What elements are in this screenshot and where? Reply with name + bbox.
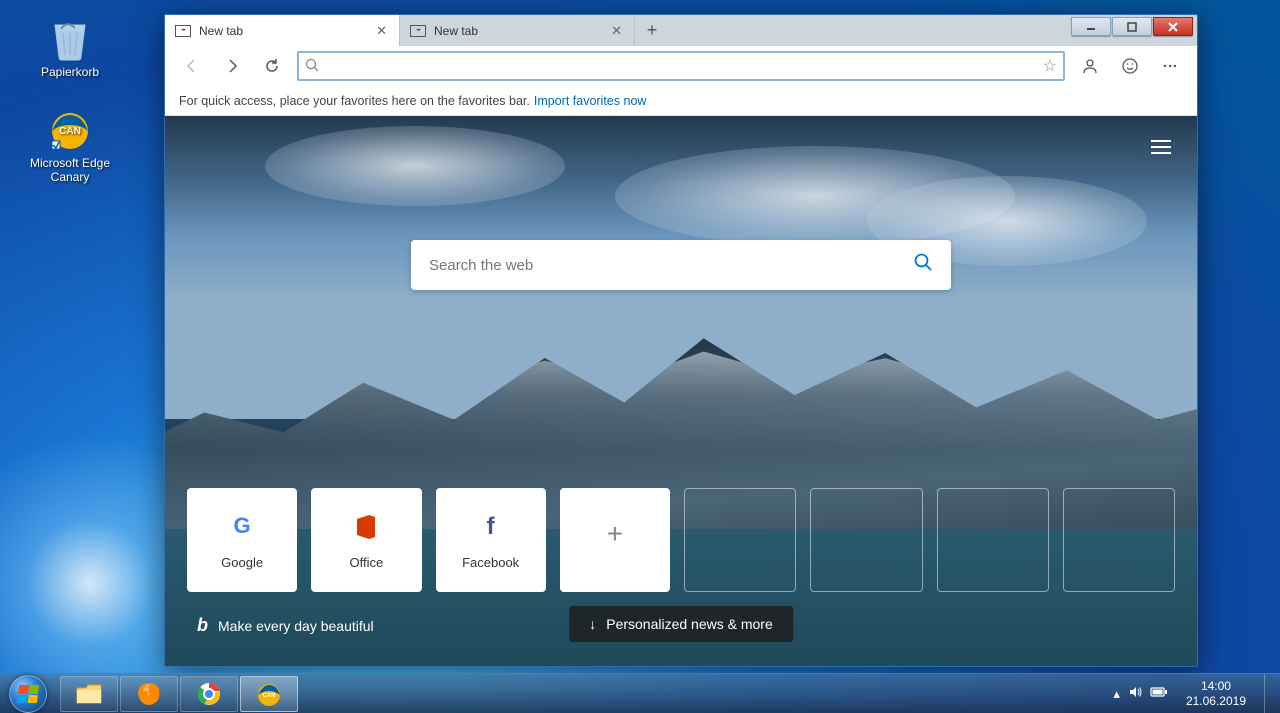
taskbar-item-chrome[interactable] — [180, 676, 238, 712]
tile-facebook[interactable]: f Facebook — [436, 488, 546, 592]
taskbar: CAN ▴ 14:00 21.06.2019 — [0, 673, 1280, 713]
tab-close-button[interactable]: ✕ — [374, 23, 389, 39]
refresh-button[interactable] — [253, 48, 291, 84]
ntp-settings-button[interactable] — [1151, 136, 1171, 158]
tab-title: New tab — [199, 24, 366, 38]
search-icon — [305, 58, 319, 75]
window-close-button[interactable] — [1153, 17, 1193, 36]
menu-button[interactable] — [1151, 48, 1189, 84]
tile-empty[interactable] — [1063, 488, 1175, 592]
news-expand-button[interactable]: ↓ Personalized news & more — [569, 606, 793, 642]
taskbar-item-edge-canary[interactable]: CAN — [240, 676, 298, 712]
tray-date: 21.06.2019 — [1186, 694, 1246, 709]
favorite-star-icon[interactable]: ☆ — [1043, 56, 1057, 76]
recycle-bin-icon — [46, 14, 94, 62]
favorites-bar-text: For quick access, place your favorites h… — [179, 94, 530, 108]
new-tab-page: G Google Office f Facebook + — [165, 116, 1197, 666]
bing-caption-text: Make every day beautiful — [218, 618, 374, 634]
ntp-search-box[interactable] — [411, 240, 951, 290]
tile-empty[interactable] — [810, 488, 922, 592]
start-button[interactable] — [0, 674, 56, 713]
forward-button[interactable] — [213, 48, 251, 84]
tile-label: Facebook — [462, 555, 519, 570]
system-tray: ▴ 14:00 21.06.2019 — [1107, 674, 1280, 713]
desktop-icon-label: Papierkorb — [41, 65, 99, 79]
tile-google[interactable]: G Google — [187, 488, 297, 592]
edge-canary-icon: CAN — [46, 105, 94, 153]
taskbar-item-firefox[interactable] — [120, 676, 178, 712]
tile-empty[interactable] — [684, 488, 796, 592]
tab-2[interactable]: ••• New tab ✕ — [400, 15, 635, 46]
office-icon — [354, 511, 378, 543]
maximize-button[interactable] — [1112, 17, 1152, 36]
desktop-icon-recycle-bin[interactable]: Papierkorb — [10, 8, 130, 85]
quicklink-tiles: G Google Office f Facebook + — [187, 488, 1175, 592]
tab-title: New tab — [434, 24, 601, 38]
new-tab-button[interactable]: + — [635, 15, 669, 46]
battery-icon[interactable] — [1150, 686, 1168, 701]
svg-text:CAN: CAN — [263, 693, 276, 699]
import-favorites-link[interactable]: Import favorites now — [534, 94, 647, 108]
firefox-icon — [136, 681, 162, 707]
arrow-down-icon: ↓ — [589, 616, 596, 632]
facebook-icon: f — [487, 511, 495, 543]
edge-canary-icon: CAN — [255, 681, 283, 707]
tile-label: Google — [221, 555, 263, 570]
browser-window: ••• New tab ✕ ••• New tab ✕ + — [164, 14, 1198, 667]
plus-icon: + — [607, 518, 623, 550]
ntp-search-input[interactable] — [429, 257, 913, 274]
search-icon[interactable] — [913, 252, 933, 278]
tile-empty[interactable] — [937, 488, 1049, 592]
show-desktop-button[interactable] — [1264, 674, 1274, 713]
tile-label: Office — [350, 555, 384, 570]
google-icon: G — [229, 511, 255, 543]
volume-icon[interactable] — [1128, 685, 1142, 702]
url-input[interactable] — [325, 58, 1043, 74]
bing-caption[interactable]: b Make every day beautiful — [197, 615, 374, 636]
svg-text:CAN: CAN — [59, 126, 81, 137]
minimize-button[interactable] — [1071, 17, 1111, 36]
profile-button[interactable] — [1071, 48, 1109, 84]
svg-text:G: G — [234, 514, 251, 538]
desktop-icon-label: Microsoft Edge Canary — [12, 156, 128, 184]
toolbar: ☆ — [165, 46, 1197, 86]
tab-close-button[interactable]: ✕ — [609, 23, 624, 39]
favorites-bar: For quick access, place your favorites h… — [165, 86, 1197, 116]
windows-logo-icon — [9, 675, 47, 713]
tab-1[interactable]: ••• New tab ✕ — [165, 15, 400, 46]
address-bar[interactable]: ☆ — [297, 51, 1065, 81]
tray-time: 14:00 — [1186, 679, 1246, 694]
tile-add[interactable]: + — [560, 488, 670, 592]
chrome-icon — [196, 681, 222, 707]
taskbar-item-explorer[interactable] — [60, 676, 118, 712]
tray-clock[interactable]: 14:00 21.06.2019 — [1178, 679, 1254, 709]
tile-office[interactable]: Office — [311, 488, 421, 592]
file-explorer-icon — [75, 682, 103, 706]
page-icon: ••• — [410, 25, 426, 37]
desktop-icon-edge-canary[interactable]: CAN Microsoft Edge Canary — [10, 99, 130, 190]
back-button — [173, 48, 211, 84]
tab-strip: ••• New tab ✕ ••• New tab ✕ + — [165, 15, 1197, 46]
bing-icon: b — [197, 615, 208, 636]
feedback-button[interactable] — [1111, 48, 1149, 84]
news-caption-text: Personalized news & more — [606, 616, 773, 632]
page-icon: ••• — [175, 25, 191, 37]
tray-overflow-icon[interactable]: ▴ — [1113, 686, 1120, 702]
